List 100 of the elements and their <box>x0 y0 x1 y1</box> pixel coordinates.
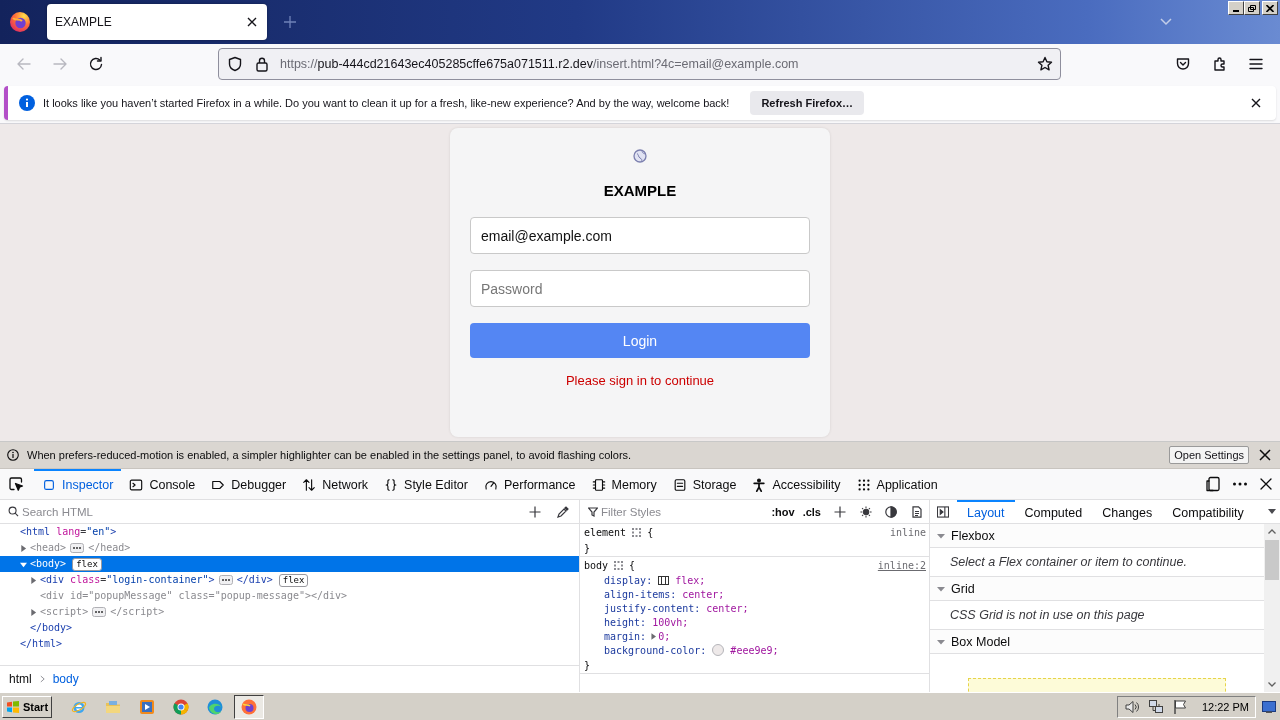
css-value[interactable]: #eee9e9; <box>730 644 779 656</box>
close-icon[interactable] <box>1259 449 1271 461</box>
css-property[interactable]: align-items: <box>604 588 677 600</box>
clock[interactable]: 12:22 PM <box>1201 700 1249 713</box>
restore-button[interactable] <box>1244 1 1260 15</box>
devtools-tab[interactable]: Accessibility <box>744 469 849 499</box>
class-toggle[interactable]: .cls <box>802 505 821 518</box>
display-badge[interactable]: flex <box>278 573 309 587</box>
plus-icon[interactable] <box>834 505 846 518</box>
password-field[interactable]: Password <box>470 270 810 307</box>
ellipsis-icon[interactable] <box>218 575 233 585</box>
breadcrumb[interactable]: html <box>9 672 32 686</box>
flame-globe-icon[interactable] <box>10 12 30 32</box>
devtools-tab[interactable]: Style Editor <box>376 469 476 499</box>
css-property[interactable]: justify-content: <box>604 602 701 614</box>
disclosure-triangle-icon[interactable] <box>20 544 27 552</box>
document-icon[interactable] <box>911 505 923 518</box>
css-property[interactable]: display: <box>604 574 653 586</box>
devtools-tab[interactable]: Storage <box>664 469 745 499</box>
close-window-button[interactable] <box>1262 1 1278 15</box>
menu-icon[interactable] <box>1248 56 1264 72</box>
email-field[interactable]: email@example.com <box>470 217 810 254</box>
disclosure-triangle-icon[interactable] <box>937 584 945 593</box>
disclosure-triangle-icon[interactable] <box>937 637 945 646</box>
devtools-tab[interactable]: Memory <box>583 469 665 499</box>
disclosure-triangle-icon[interactable] <box>651 632 657 640</box>
filter-field[interactable]: Filter Styles <box>601 502 764 521</box>
open-settings-button[interactable]: Open Settings <box>1169 446 1249 464</box>
markup-row[interactable]: <head> </head> <box>0 540 579 556</box>
flexbox-icon[interactable] <box>658 575 670 585</box>
css-property[interactable]: margin: <box>604 630 647 642</box>
css-property[interactable]: height: <box>604 616 647 628</box>
speaker-icon[interactable] <box>1123 698 1140 715</box>
markup-row[interactable]: <div id="popupMessage" class="popup-message"></div> <box>0 588 579 604</box>
pocket-icon[interactable] <box>1175 56 1191 72</box>
dotted-grid-icon[interactable] <box>632 527 642 537</box>
sidebar-tab[interactable]: Compatibility <box>1162 500 1254 524</box>
disclosure-triangle-icon[interactable] <box>30 576 37 584</box>
address-field[interactable]: https://pub-444cd21643ec405285cffe675a071511.r2.dev/insert.html?4c=email@example.com <box>218 48 1061 80</box>
hover-toggle[interactable]: :hov <box>771 505 795 518</box>
two-panes-icon[interactable] <box>1205 476 1221 492</box>
close-icon[interactable] <box>1251 98 1261 108</box>
display-badge[interactable]: flex <box>72 557 102 571</box>
devtools-tab[interactable]: Console <box>121 469 204 499</box>
devtools-tab[interactable]: Network <box>294 469 377 499</box>
pointer-in-box-icon[interactable] <box>8 476 24 492</box>
contrast-icon[interactable] <box>885 505 897 518</box>
sidebar-tab[interactable]: Changes <box>1092 500 1163 524</box>
devtools-tab[interactable]: Application <box>848 469 946 499</box>
color-swatch-icon[interactable] <box>712 644 725 656</box>
start-button[interactable]: Start <box>2 695 52 718</box>
markup-row[interactable]: </body> <box>0 620 579 636</box>
disclosure-triangle-icon[interactable] <box>20 560 27 568</box>
puzzle-piece-icon[interactable] <box>1212 56 1228 72</box>
chevron-down-icon[interactable] <box>1160 18 1172 26</box>
search-field[interactable]: Search HTML <box>22 502 519 521</box>
lock-icon[interactable] <box>255 56 269 72</box>
markup-row[interactable]: <body> flex <box>0 556 579 572</box>
star-icon[interactable] <box>1037 56 1053 72</box>
reload-icon[interactable] <box>88 56 104 72</box>
plus-icon[interactable] <box>529 505 541 518</box>
devtools-tab[interactable]: Debugger <box>203 469 295 499</box>
close-icon[interactable] <box>247 17 257 27</box>
css-property[interactable]: background-color: <box>604 644 707 656</box>
disclosure-triangle-icon[interactable] <box>30 608 37 616</box>
network-monitors-icon[interactable] <box>1147 698 1164 715</box>
minimize-button[interactable] <box>1228 1 1244 15</box>
browser-tab[interactable]: EXAMPLE <box>47 4 267 40</box>
markup-row[interactable]: </html> <box>0 636 579 652</box>
close-icon[interactable] <box>1258 476 1274 492</box>
css-value[interactable]: 0; <box>658 630 671 642</box>
sidebar-tab[interactable]: Computed <box>1014 500 1093 524</box>
ellipsis-icon[interactable] <box>70 543 85 553</box>
markup-row[interactable]: <html lang="en"> <box>0 524 579 540</box>
flag-icon[interactable] <box>1171 698 1188 715</box>
refresh-button[interactable]: Refresh Firefox… <box>750 91 865 115</box>
markup-row[interactable]: <div class="login-container"> </div> flex <box>0 572 579 588</box>
ellipsis-icon[interactable] <box>92 607 107 617</box>
breadcrumb[interactable]: body <box>52 672 79 686</box>
sun-icon[interactable] <box>860 505 872 518</box>
scrollbar[interactable] <box>1264 524 1280 692</box>
shield-icon[interactable] <box>227 56 243 72</box>
css-source[interactable]: inline:2 <box>877 559 926 571</box>
css-brace: } <box>584 659 591 671</box>
show-desktop-icon[interactable] <box>1262 700 1276 713</box>
dropdown-triangle-icon[interactable] <box>1268 509 1276 514</box>
plus-icon[interactable] <box>284 16 296 28</box>
devtools-tab[interactable]: Inspector <box>34 469 122 499</box>
markup-row[interactable]: <script> </script> <box>0 604 579 620</box>
devtools-tab[interactable]: Performance <box>475 469 584 499</box>
tricolor-circle-icon <box>173 698 189 715</box>
taskbar-button[interactable] <box>234 694 264 719</box>
css-value[interactable]: 100vh; <box>652 616 689 628</box>
sidebar-toggle-icon[interactable] <box>937 505 949 518</box>
eyedropper-icon[interactable] <box>557 505 569 518</box>
css-value[interactable]: center; <box>706 602 749 614</box>
disclosure-triangle-icon[interactable] <box>937 531 945 540</box>
css-value[interactable]: center; <box>682 588 725 600</box>
css-value[interactable]: flex; <box>675 574 706 586</box>
dotted-grid-icon[interactable] <box>614 560 624 570</box>
